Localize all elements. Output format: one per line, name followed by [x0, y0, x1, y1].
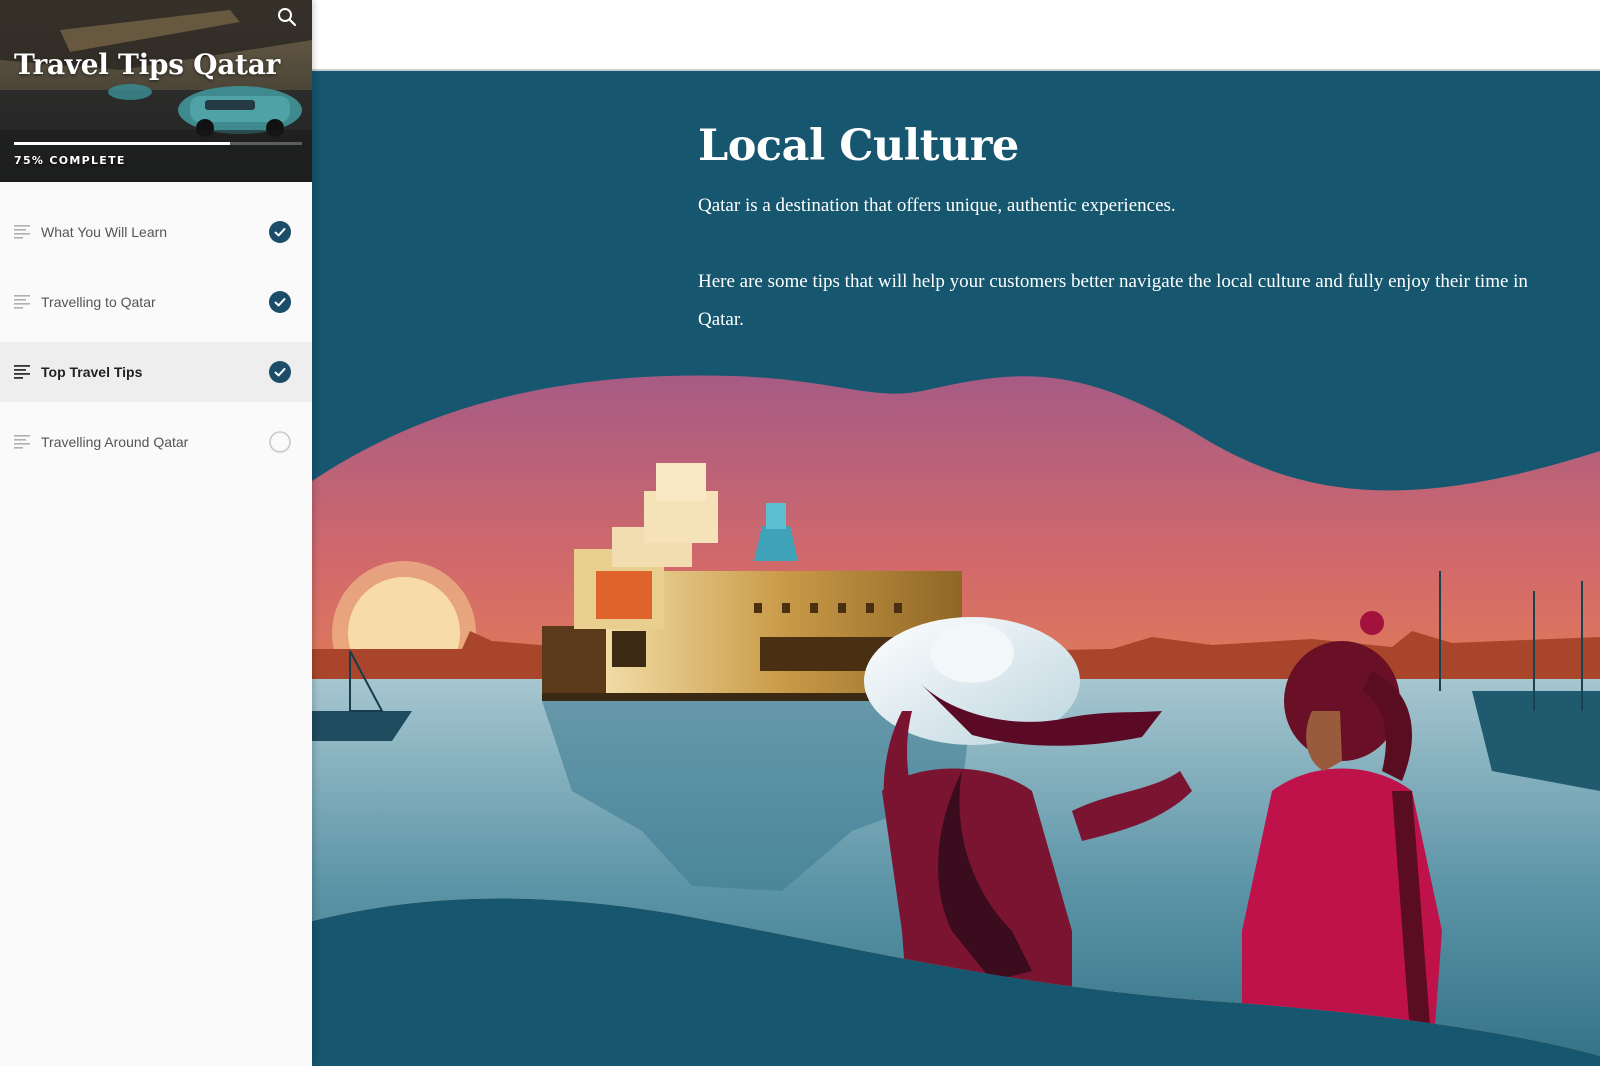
lesson-label: What You Will Learn — [41, 224, 168, 240]
lesson-item[interactable]: Travelling Around Qatar — [0, 412, 312, 472]
course-progress-fill — [14, 142, 230, 145]
lesson-incomplete-circle-icon — [269, 431, 291, 453]
lesson-banner: Local Culture Qatar is a destination tha… — [312, 71, 1600, 1066]
lesson-item[interactable]: Travelling to Qatar — [0, 272, 312, 332]
lesson-list: What You Will Learn Travelling to Qatar — [0, 202, 312, 472]
lesson-tips-paragraph: Here are some tips that will help your c… — [698, 271, 1528, 330]
search-icon — [278, 8, 297, 27]
lesson-lines-icon — [14, 365, 30, 379]
lesson-heading: Local Culture — [698, 121, 1019, 171]
course-hero: Travel Tips Qatar 75% COMPLETE — [0, 0, 312, 182]
lesson-complete-check-icon — [269, 221, 291, 243]
lesson-complete-check-icon — [269, 291, 291, 313]
search-button[interactable] — [276, 6, 298, 28]
course-sidebar: Travel Tips Qatar 75% COMPLETE What You … — [0, 0, 312, 1066]
lesson-lines-icon — [14, 225, 30, 239]
lesson-label: Travelling to Qatar — [41, 294, 156, 310]
lesson-label: Travelling Around Qatar — [41, 434, 189, 450]
lesson-intro-paragraph: Qatar is a destination that offers uniqu… — [698, 195, 1176, 216]
lesson-lines-icon — [14, 435, 30, 449]
lesson-item-active[interactable]: Top Travel Tips — [0, 342, 312, 402]
lesson-complete-check-icon — [269, 361, 291, 383]
course-progress-label: 75% COMPLETE — [14, 154, 126, 167]
lesson-item[interactable]: What You Will Learn — [0, 202, 312, 262]
course-progress-bar — [14, 142, 302, 145]
lesson-content: Local Culture Qatar is a destination tha… — [312, 0, 1600, 1066]
lesson-label: Top Travel Tips — [41, 364, 143, 380]
lesson-topbar — [312, 0, 1600, 70]
lesson-lines-icon — [14, 295, 30, 309]
course-title: Travel Tips Qatar — [14, 48, 280, 81]
